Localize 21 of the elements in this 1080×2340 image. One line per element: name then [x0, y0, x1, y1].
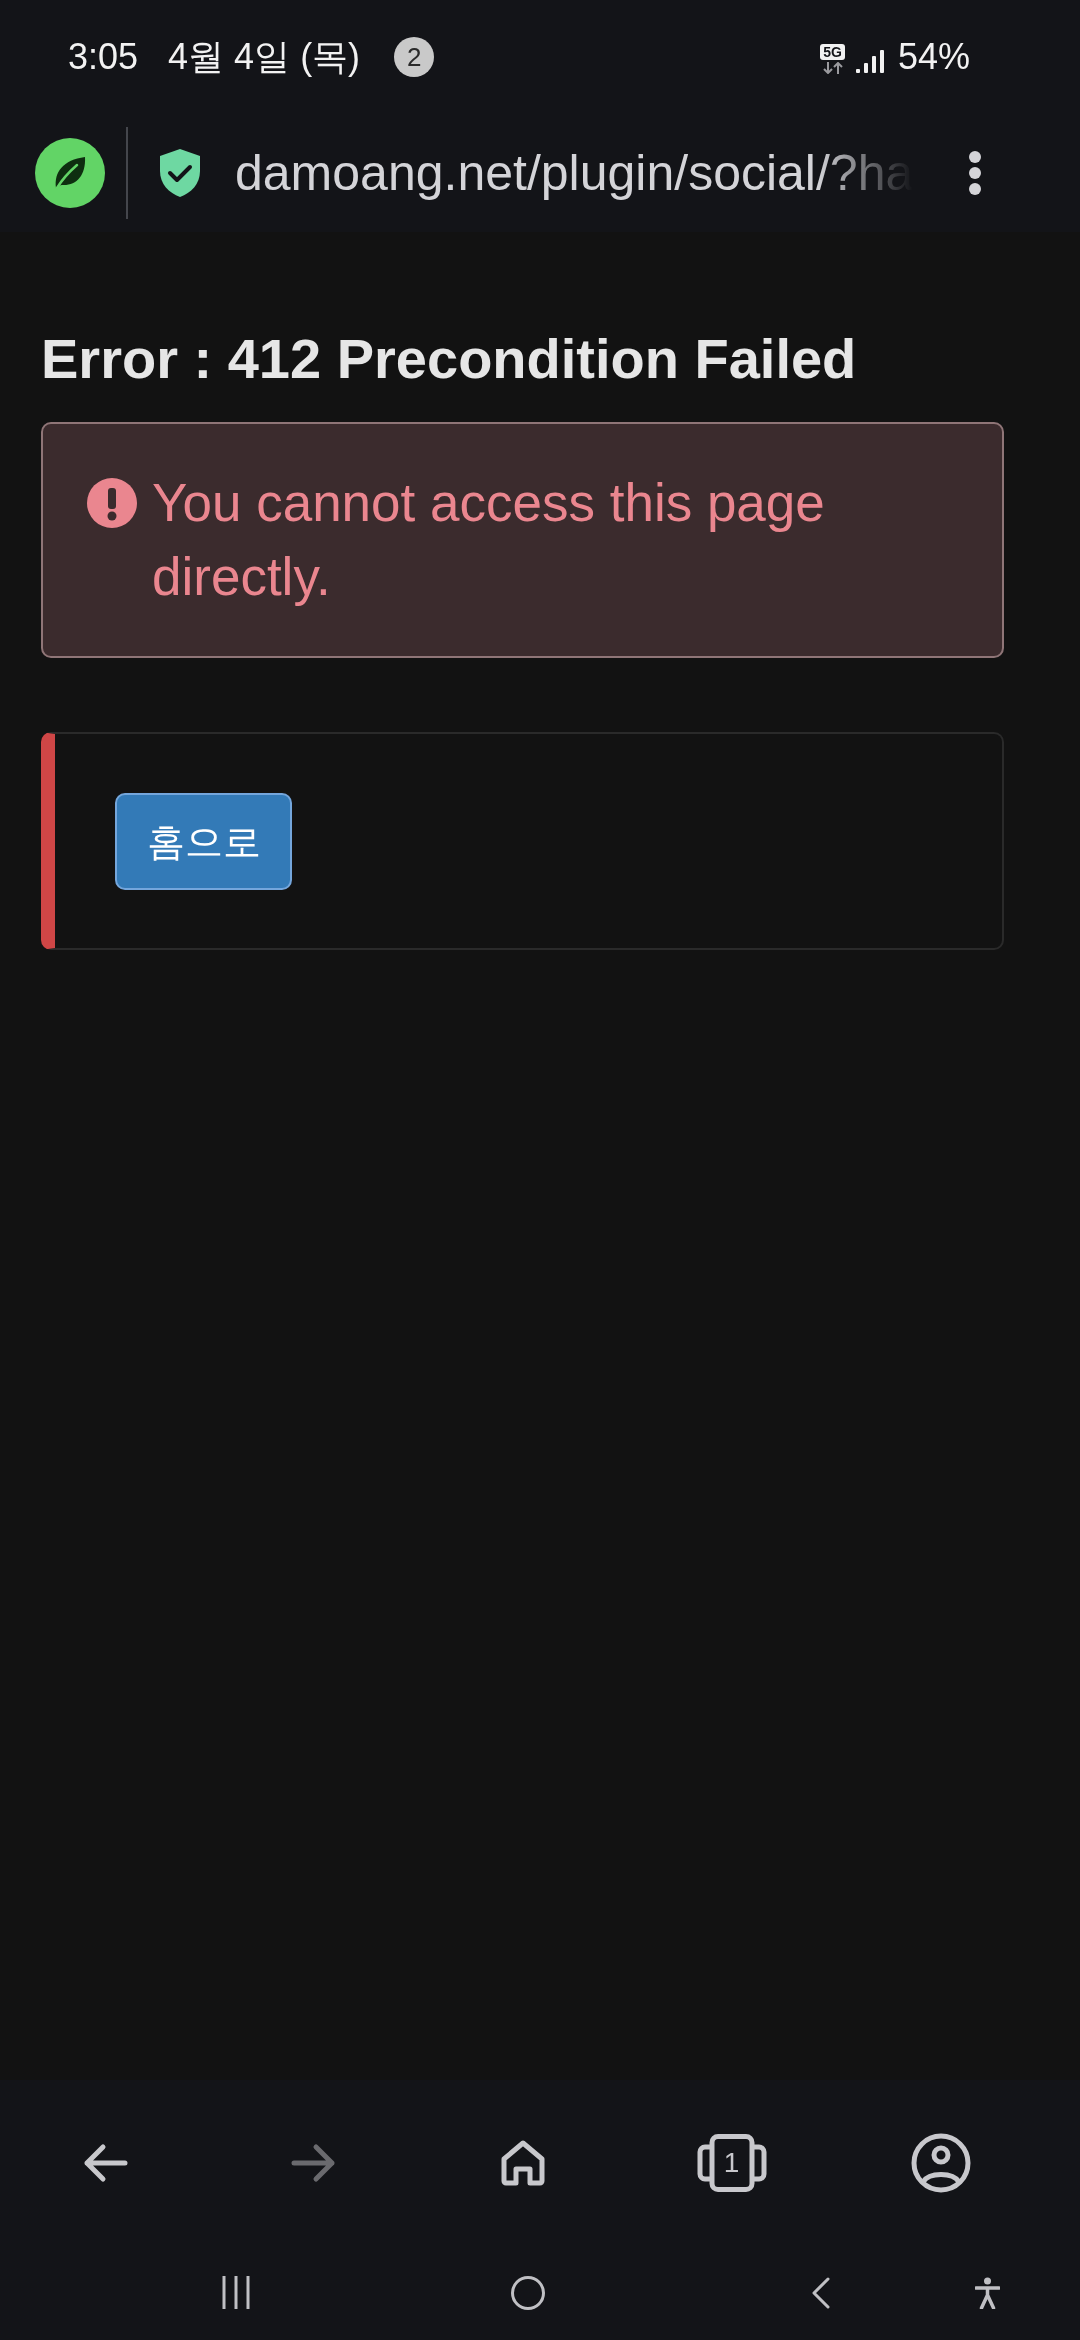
alert-message: You cannot access this page directly. — [152, 472, 826, 608]
tabs-icon — [696, 2133, 767, 2192]
leaf-icon[interactable] — [35, 138, 105, 208]
data-arrows-icon — [822, 62, 843, 74]
battery-level: 54% — [897, 39, 970, 75]
error-title: Error : 412 Precondition Failed — [41, 326, 858, 391]
status-time: 3:05 — [68, 39, 139, 75]
recents-icon[interactable] — [222, 2276, 250, 2309]
accessibility-icon[interactable] — [975, 2276, 1000, 2309]
shield-check-icon[interactable] — [160, 149, 200, 197]
tab-switcher-button[interactable]: 1 — [696, 2133, 767, 2192]
profile-icon[interactable] — [910, 2132, 971, 2193]
back-chevron-icon[interactable] — [812, 2276, 830, 2309]
home-button[interactable]: 홈으로 — [115, 793, 292, 890]
home-circle-icon[interactable] — [511, 2275, 545, 2310]
status-date: 4월 4일 (목) — [168, 39, 361, 75]
more-options-icon[interactable] — [969, 151, 981, 195]
notification-badge: 2 — [394, 37, 435, 77]
network-type-label: 5G — [820, 44, 845, 60]
signal-icon — [855, 49, 884, 73]
exclamation-icon — [87, 478, 137, 528]
